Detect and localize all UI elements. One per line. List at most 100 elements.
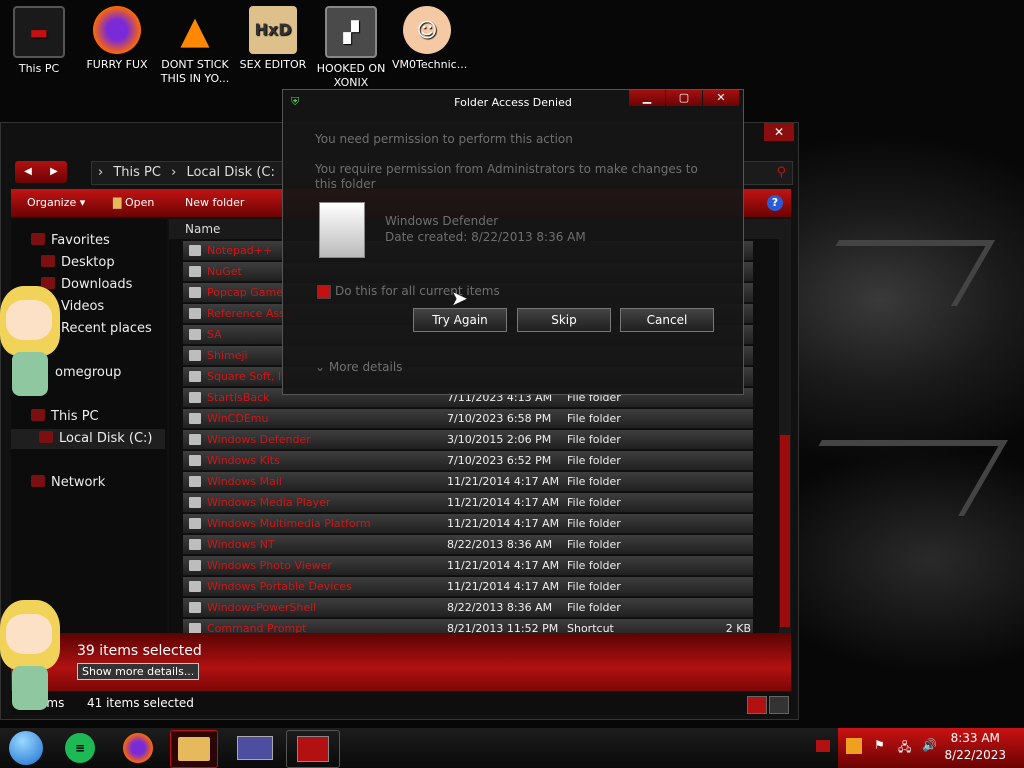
folder-icon: [189, 350, 201, 361]
desktop-icon-vlc[interactable]: ▲ DONT STICK THIS IN YO...: [160, 6, 230, 86]
drive-icon: [39, 431, 53, 443]
scroll-thumb[interactable]: [780, 435, 790, 627]
start-orb-icon[interactable]: [4, 730, 48, 766]
show-hidden-icons[interactable]: [816, 740, 830, 752]
nav-network[interactable]: Network: [31, 475, 105, 490]
clock-time: 8:33 AM: [950, 731, 1000, 745]
organize-button[interactable]: Organize ▾: [27, 189, 85, 217]
folder-icon: [189, 392, 201, 403]
firefox-taskbar-icon[interactable]: [116, 730, 160, 766]
close-button[interactable]: ✕: [703, 90, 739, 106]
details-view-icon[interactable]: [747, 696, 767, 714]
table-row[interactable]: WindowsPowerShell 8/22/2013 8:36 AM File f…: [183, 598, 753, 618]
row-date: 8/22/2013 8:36 AM: [447, 601, 553, 614]
desktop-icon-label: DONT STICK THIS IN YO...: [160, 58, 230, 85]
tiles-view-icon[interactable]: [769, 696, 789, 714]
row-name: Windows Mail: [207, 475, 282, 488]
folder-icon: [189, 476, 201, 487]
maximize-button[interactable]: ▢: [666, 90, 702, 106]
more-details-toggle[interactable]: ⌄ More details: [315, 360, 402, 374]
volume-icon[interactable]: 🔊: [922, 738, 937, 752]
skip-button[interactable]: Skip: [517, 308, 611, 332]
cancel-button[interactable]: Cancel: [620, 308, 714, 332]
desktop-icon-label: HOOKED ON XONIX: [316, 62, 386, 89]
dialog-window-buttons: ▁ ▢ ✕: [628, 90, 739, 108]
minimize-button[interactable]: ▁: [629, 90, 665, 106]
back-arrow-icon[interactable]: ◀: [15, 161, 41, 183]
notes-glyph: ≡: [65, 733, 95, 763]
vertical-scrollbar[interactable]: [779, 219, 791, 633]
sticker-face: [6, 300, 52, 340]
row-date: 11/21/2014 4:17 AM: [447, 475, 560, 488]
row-name: WindowsPowerShell: [207, 601, 317, 614]
folder-icon: [189, 413, 201, 424]
row-name: Windows Kits: [207, 454, 280, 467]
row-name: NuGet: [207, 265, 242, 278]
table-row[interactable]: Windows Defender 3/10/2015 2:06 PM File fo…: [183, 430, 753, 450]
desktop-icon-sex-editor[interactable]: HxD SEX EDITOR: [238, 6, 308, 72]
forward-arrow-icon[interactable]: ▶: [41, 161, 67, 183]
table-row[interactable]: Windows Portable Devices 11/21/2014 4:17 …: [183, 577, 753, 597]
nav-label: omegroup: [55, 365, 122, 380]
apply-all-checkbox[interactable]: [317, 285, 331, 299]
table-row[interactable]: Windows NT 8/22/2013 8:36 AM File folder: [183, 535, 753, 555]
control-panel-taskbar-icon[interactable]: [230, 730, 280, 766]
nav-local-disk[interactable]: Local Disk (C:): [11, 429, 165, 449]
vlc-cone-icon: ▲: [180, 8, 210, 52]
media-taskbar-icon[interactable]: [286, 730, 340, 768]
table-row[interactable]: WinCDEmu 7/10/2023 6:58 PM File folder: [183, 409, 753, 429]
network-tray-icon[interactable]: 🖧: [898, 738, 911, 759]
column-name[interactable]: Name: [185, 222, 220, 236]
breadcrumb-sep: ›: [98, 165, 104, 180]
folder-access-denied-dialog: ⛨ Folder Access Denied ▁ ▢ ✕ You need pe…: [282, 89, 744, 395]
character-sticker: [0, 286, 60, 396]
show-more-details-button[interactable]: Show more details...: [77, 663, 200, 680]
folder-icon: [189, 308, 201, 319]
row-name: Windows Defender: [207, 433, 311, 446]
nav-this-pc[interactable]: This PC: [31, 409, 99, 424]
table-row[interactable]: Windows Kits 7/10/2023 6:52 PM File folder: [183, 451, 753, 471]
table-row[interactable]: Windows Multimedia Platform 11/21/2014 4:…: [183, 514, 753, 534]
nav-buttons: ◀ ▶: [15, 161, 67, 183]
breadcrumb-this-pc[interactable]: This PC: [113, 165, 161, 180]
folder-icon: [189, 602, 201, 613]
start-orb: [9, 731, 43, 765]
sticker-face: [6, 614, 52, 654]
new-folder-button[interactable]: New folder: [185, 189, 244, 217]
breadcrumb-local-disk[interactable]: Local Disk (C:: [186, 165, 274, 180]
row-type: File folder: [567, 601, 621, 614]
desktop-icon-hooked-on-xonix[interactable]: ▞ HOOKED ON XONIX: [316, 6, 386, 90]
folder-icon: [189, 434, 201, 445]
open-button[interactable]: ▇ Open: [113, 189, 154, 217]
table-row[interactable]: Windows Photo Viewer 11/21/2014 4:17 AM Fi…: [183, 556, 753, 576]
navigation-pane: Favorites Desktop Downloads Videos Recen…: [11, 219, 167, 633]
row-size: 2 KB: [725, 622, 751, 633]
explorer-taskbar-icon[interactable]: [170, 730, 218, 768]
row-name: Windows Photo Viewer: [207, 559, 332, 572]
nav-label: Downloads: [61, 277, 133, 292]
folder-icon: ▇: [113, 196, 122, 209]
notes-app-icon[interactable]: ≡: [58, 730, 102, 766]
desktop-icon-vm0technic[interactable]: ☺ VM0Technic...: [392, 6, 467, 72]
explorer-close-button[interactable]: ✕: [764, 123, 794, 141]
tray-app-icon[interactable]: [846, 738, 862, 754]
row-name: Windows Media Player: [207, 496, 331, 509]
try-again-button[interactable]: Try Again: [413, 308, 507, 332]
nav-homegroup[interactable]: omegroup: [55, 365, 121, 380]
table-row[interactable]: Windows Media Player 11/21/2014 4:17 AM Fi…: [183, 493, 753, 513]
desktop-icon-this-pc[interactable]: ▬ This PC: [4, 6, 74, 76]
checkbox-label[interactable]: Do this for all current items: [335, 284, 500, 298]
search-icon[interactable]: ⚲: [776, 162, 786, 184]
row-name: Windows Multimedia Platform: [207, 517, 371, 530]
table-row[interactable]: Command Prompt 8/21/2013 11:52 PM Shortcut…: [183, 619, 753, 633]
table-row[interactable]: Windows Mail 11/21/2014 4:17 AM File folde…: [183, 472, 753, 492]
row-type: File folder: [567, 412, 621, 425]
nav-favorites[interactable]: Favorites: [31, 233, 110, 248]
nav-desktop[interactable]: Desktop: [41, 255, 115, 270]
clock[interactable]: 8:33 AM 8/22/2023: [944, 730, 1006, 764]
flag-icon[interactable]: ⚑: [874, 738, 885, 752]
desktop-icon-furry-fux[interactable]: FURRY FUX: [82, 6, 152, 72]
help-icon[interactable]: ?: [767, 195, 783, 211]
folder-icon: [189, 455, 201, 466]
folder-icon: [189, 245, 201, 256]
